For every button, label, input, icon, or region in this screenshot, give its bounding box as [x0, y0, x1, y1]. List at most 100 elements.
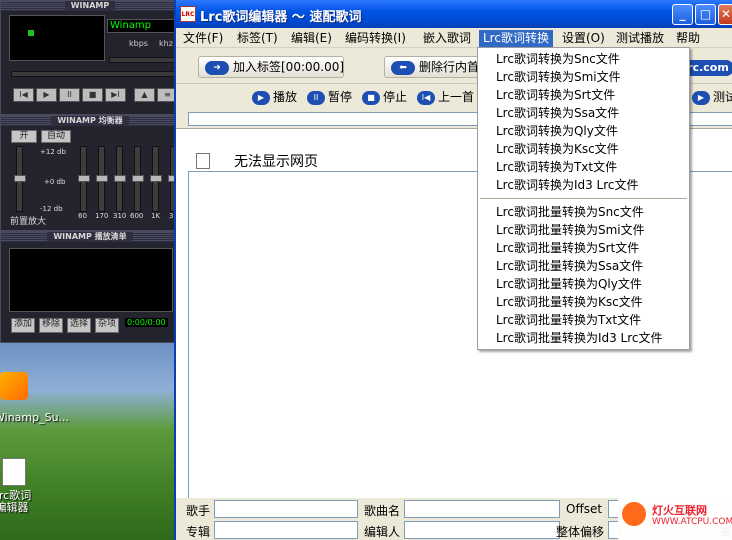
menu-file[interactable]: 文件(F) [179, 30, 227, 47]
add-tag-button[interactable]: ➜ 加入标签[00:00.00] [198, 56, 344, 78]
watermark: 灯火互联网 WWW.ATCPU.COM [618, 496, 732, 540]
singer-field[interactable] [214, 500, 358, 518]
album-field[interactable] [214, 521, 358, 539]
menu-item-batch-ksc[interactable]: Lrc歌词批量转换为Ksc文件 [478, 293, 689, 311]
pause-button[interactable]: II [59, 88, 80, 102]
playlist-select-button[interactable]: 选择 [67, 318, 91, 333]
editor-field[interactable] [404, 521, 560, 539]
pause-label: 暂停 [328, 90, 353, 104]
menu-tag[interactable]: 标签(T) [233, 30, 282, 47]
eq-band-slider[interactable] [96, 146, 108, 212]
title-bar[interactable]: LRC Lrc歌词编辑器 ～ 速配歌词 _ □ ✕ [176, 0, 732, 28]
arrow-right-icon: ➜ [205, 60, 229, 75]
test-button[interactable]: ▶ 测试 [692, 88, 732, 106]
volume-slider[interactable] [109, 57, 177, 63]
overall-offset-label: 整体偏移 [556, 525, 605, 539]
menu-item-batch-txt[interactable]: Lrc歌词批量转换为Txt文件 [478, 311, 689, 329]
menu-help[interactable]: 帮助 [672, 30, 704, 47]
watermark-line2: WWW.ATCPU.COM [652, 517, 732, 527]
minimize-button[interactable]: _ [672, 4, 693, 25]
menu-item-batch-smi[interactable]: Lrc歌词批量转换为Smi文件 [478, 221, 689, 239]
prev-button[interactable]: I◀ [13, 88, 34, 102]
menu-separator [480, 198, 687, 199]
menu-test-play[interactable]: 测试播放 [612, 30, 668, 47]
eq-band-label: 1K [151, 212, 161, 220]
eq-on-button[interactable]: 开 [11, 130, 37, 143]
eq-title-text: WINAMP 均衡器 [51, 116, 129, 125]
playlist-titlebar[interactable]: WINAMP 播放清单 [1, 232, 179, 242]
app-icon: LRC [180, 6, 196, 22]
khz-label: khz [159, 39, 173, 48]
eq-preamp-slider[interactable] [14, 146, 26, 212]
menu-item-txt[interactable]: Lrc歌词转换为Txt文件 [478, 158, 689, 176]
menu-item-batch-ssa[interactable]: Lrc歌词批量转换为Ssa文件 [478, 257, 689, 275]
close-button[interactable]: ✕ [718, 4, 732, 25]
album-label: 专辑 [186, 525, 211, 539]
play-label: 播放 [273, 90, 298, 104]
eq-db-high: +12 db [40, 148, 66, 156]
menu-item-srt[interactable]: Lrc歌词转换为Srt文件 [478, 86, 689, 104]
menu-item-batch-qly[interactable]: Lrc歌词批量转换为Qly文件 [478, 275, 689, 293]
menu-edit[interactable]: 编辑(E) [287, 30, 336, 47]
menu-item-id3[interactable]: Lrc歌词转换为Id3 Lrc文件 [478, 176, 689, 194]
menu-encode[interactable]: 编码转换(I) [341, 30, 410, 47]
menu-item-batch-srt[interactable]: Lrc歌词批量转换为Srt文件 [478, 239, 689, 257]
arrow-left-icon: ⬅ [391, 60, 415, 75]
stop-icon: ■ [362, 90, 380, 105]
menu-item-batch-snc[interactable]: Lrc歌词批量转换为Snc文件 [478, 203, 689, 221]
add-tag-label: 加入标签[00:00.00] [233, 60, 345, 74]
menu-settings[interactable]: 设置(O) [558, 30, 609, 47]
eq-band-label: 170 [95, 212, 109, 220]
stop-button[interactable]: ■ [82, 88, 103, 102]
prev-track-button[interactable]: I◀ 上一首 [417, 88, 474, 106]
pause-icon: II [307, 90, 325, 105]
menu-item-ksc[interactable]: Lrc歌词转换为Ksc文件 [478, 140, 689, 158]
eq-preamp-label: 前置放大 [10, 217, 47, 227]
eq-band-label: 310 [113, 212, 127, 220]
playlist-area[interactable] [9, 248, 173, 312]
test-icon: ▶ [692, 90, 710, 105]
eq-band-slider[interactable] [132, 146, 144, 212]
menu-item-smi[interactable]: Lrc歌词转换为Smi文件 [478, 68, 689, 86]
delete-row-button[interactable]: ⬅ 删除行内首 [384, 56, 480, 78]
menu-bar: 文件(F) 标签(T) 编辑(E) 编码转换(I) 嵌入歌词 Lrc歌词转换 设… [176, 28, 732, 48]
menu-lrc-convert[interactable]: Lrc歌词转换 [479, 30, 553, 47]
menu-item-snc[interactable]: Lrc歌词转换为Snc文件 [478, 50, 689, 68]
playlist-remove-button[interactable]: 移除 [39, 318, 63, 333]
song-field[interactable] [404, 500, 560, 518]
eq-auto-button[interactable]: 自动 [41, 130, 71, 143]
lrc-editor-shortcut-icon [2, 458, 26, 486]
winamp-track-display: Winamp 2.95 [107, 19, 177, 33]
eject-button[interactable]: ▲ [134, 88, 155, 102]
editor-label: 编辑人 [364, 525, 401, 539]
eq-band-slider[interactable] [78, 146, 90, 212]
seek-bar[interactable] [11, 71, 177, 77]
playlist-misc-button[interactable]: 杂项 [95, 318, 119, 333]
page-icon [196, 153, 210, 169]
next-button[interactable]: ▶I [105, 88, 126, 102]
offset-label: Offset [566, 502, 603, 516]
lrc-editor-icon-label: Lrc歌词编辑器 [0, 489, 32, 514]
maximize-button[interactable]: □ [695, 4, 716, 25]
menu-item-qly[interactable]: Lrc歌词转换为Qly文件 [478, 122, 689, 140]
prev-icon: I◀ [417, 90, 435, 105]
menu-item-batch-id3[interactable]: Lrc歌词批量转换为Id3 Lrc文件 [478, 329, 689, 347]
lrc-convert-dropdown: Lrc歌词转换为Snc文件 Lrc歌词转换为Smi文件 Lrc歌词转换为Srt文… [477, 47, 690, 350]
pause-button[interactable]: II 暂停 [307, 88, 352, 106]
eq-titlebar[interactable]: WINAMP 均衡器 [1, 116, 179, 126]
eq-band-slider[interactable] [114, 146, 126, 212]
play-button[interactable]: ▶ 播放 [252, 88, 297, 106]
eq-band-label: 3 [169, 212, 174, 220]
playlist-add-button[interactable]: 添加 [11, 318, 35, 333]
winamp-main-titlebar[interactable]: WINAMP [1, 1, 179, 11]
eq-band-label: 60 [78, 212, 87, 220]
song-label: 歌曲名 [364, 504, 401, 518]
menu-item-ssa[interactable]: Lrc歌词转换为Ssa文件 [478, 104, 689, 122]
eq-db-low: -12 db [40, 205, 63, 213]
singer-label: 歌手 [186, 504, 211, 518]
play-button[interactable]: ▶ [36, 88, 57, 102]
stop-button[interactable]: ■ 停止 [362, 88, 407, 106]
playlist-title-text: WINAMP 播放清单 [47, 232, 133, 241]
eq-band-slider[interactable] [150, 146, 162, 212]
menu-embed-lyrics[interactable]: 嵌入歌词 [419, 30, 475, 47]
